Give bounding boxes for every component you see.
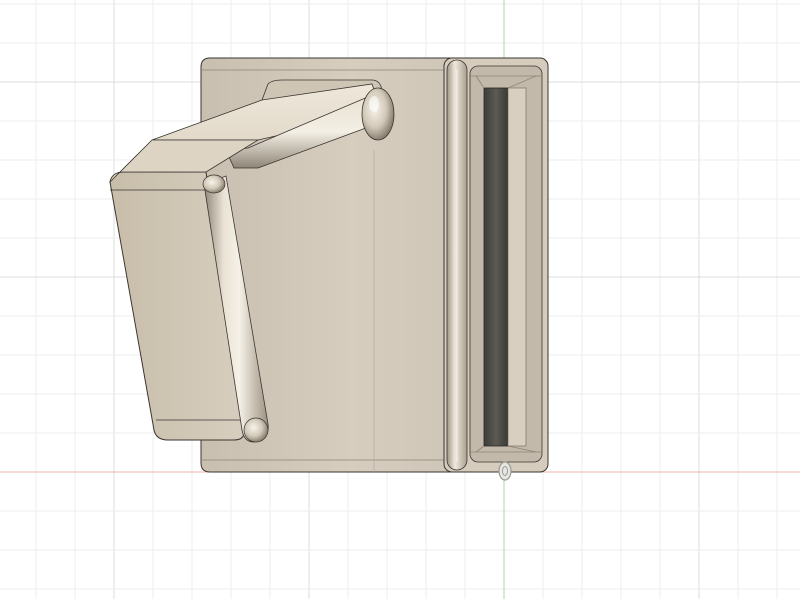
viewport-canvas[interactable] [0, 0, 800, 599]
cad-viewport[interactable] [0, 0, 800, 599]
mount-slot[interactable] [483, 87, 509, 447]
mount-slot-inner-wall [507, 87, 527, 447]
origin-pivot-icon[interactable] [498, 461, 512, 481]
arm-joint-highlight [369, 96, 379, 112]
arm-tip-joint[interactable] [243, 417, 269, 443]
hook-model[interactable] [109, 57, 549, 473]
arm-joint-ball[interactable] [361, 87, 395, 141]
arm-elbow-joint[interactable] [202, 174, 226, 194]
